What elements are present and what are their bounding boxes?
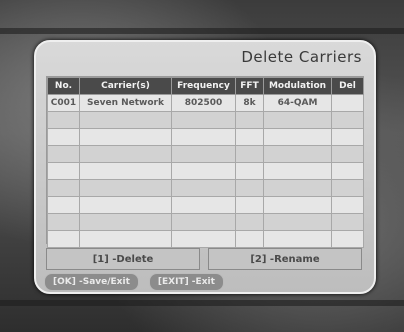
column-header-no: No. — [47, 77, 80, 95]
cell-frequency — [171, 162, 236, 180]
carrier-table: No. Carrier(s) Frequency FFT Modulation … — [46, 76, 364, 248]
cell-no — [47, 111, 80, 129]
save-exit-hint[interactable]: [OK] -Save/Exit — [44, 273, 139, 291]
cell-fft — [235, 213, 264, 231]
cell-frequency — [171, 196, 236, 214]
cell-modulation — [263, 162, 332, 180]
cell-no — [47, 196, 80, 214]
table-row[interactable] — [47, 213, 364, 231]
background-shelf — [0, 28, 404, 34]
cell-fft — [235, 128, 264, 146]
cell-frequency — [171, 111, 236, 129]
cell-carrier — [79, 213, 172, 231]
cell-del — [331, 111, 364, 129]
cell-frequency — [171, 213, 236, 231]
exit-hint[interactable]: [EXIT] -Exit — [148, 273, 224, 291]
cell-modulation — [263, 145, 332, 163]
cell-frequency — [171, 145, 236, 163]
dialog-title: Delete Carriers — [241, 48, 362, 66]
cell-fft — [235, 230, 264, 248]
cell-modulation — [263, 230, 332, 248]
cell-fft: 8k — [235, 94, 264, 112]
cell-modulation — [263, 179, 332, 197]
column-header-modulation: Modulation — [263, 77, 332, 95]
action-bar: [1] -Delete [2] -Rename — [46, 248, 362, 270]
column-header-frequency: Frequency — [171, 77, 236, 95]
cell-carrier — [79, 145, 172, 163]
table-row[interactable] — [47, 230, 364, 248]
cell-modulation — [263, 128, 332, 146]
table-row[interactable] — [47, 179, 364, 197]
cell-del — [331, 94, 364, 112]
cell-modulation — [263, 111, 332, 129]
cell-del — [331, 128, 364, 146]
cell-fft — [235, 111, 264, 129]
column-header-fft: FFT — [235, 77, 264, 95]
cell-carrier — [79, 128, 172, 146]
table-row[interactable] — [47, 162, 364, 180]
cell-carrier — [79, 196, 172, 214]
cell-fft — [235, 179, 264, 197]
delete-carriers-dialog: Delete Carriers No. Carrier(s) Frequency… — [34, 40, 376, 294]
cell-no: C001 — [47, 94, 80, 112]
cell-del — [331, 230, 364, 248]
cell-no — [47, 213, 80, 231]
table-row[interactable] — [47, 145, 364, 163]
cell-carrier — [79, 179, 172, 197]
cell-del — [331, 145, 364, 163]
cell-modulation — [263, 213, 332, 231]
cell-modulation: 64-QAM — [263, 94, 332, 112]
cell-fft — [235, 162, 264, 180]
table-row[interactable]: C001 Seven Network 802500 8k 64-QAM — [47, 94, 364, 112]
background-shelf — [0, 300, 404, 306]
cell-frequency — [171, 230, 236, 248]
cell-no — [47, 230, 80, 248]
cell-frequency — [171, 179, 236, 197]
cell-carrier — [79, 162, 172, 180]
column-header-carriers: Carrier(s) — [79, 77, 172, 95]
rename-button[interactable]: [2] -Rename — [208, 248, 362, 270]
table-row[interactable] — [47, 128, 364, 146]
table-header-row: No. Carrier(s) Frequency FFT Modulation … — [47, 77, 364, 95]
cell-carrier — [79, 111, 172, 129]
cell-del — [331, 162, 364, 180]
cell-carrier: Seven Network — [79, 94, 172, 112]
cell-no — [47, 145, 80, 163]
cell-modulation — [263, 196, 332, 214]
delete-button[interactable]: [1] -Delete — [46, 248, 200, 270]
cell-no — [47, 179, 80, 197]
cell-fft — [235, 145, 264, 163]
cell-carrier — [79, 230, 172, 248]
cell-del — [331, 179, 364, 197]
table-row[interactable] — [47, 196, 364, 214]
column-header-del: Del — [331, 77, 364, 95]
cell-del — [331, 213, 364, 231]
cell-fft — [235, 196, 264, 214]
footer-hints: [OK] -Save/Exit [EXIT] -Exit — [44, 273, 224, 291]
table-row[interactable] — [47, 111, 364, 129]
cell-frequency: 802500 — [171, 94, 236, 112]
cell-del — [331, 196, 364, 214]
cell-frequency — [171, 128, 236, 146]
cell-no — [47, 128, 80, 146]
cell-no — [47, 162, 80, 180]
